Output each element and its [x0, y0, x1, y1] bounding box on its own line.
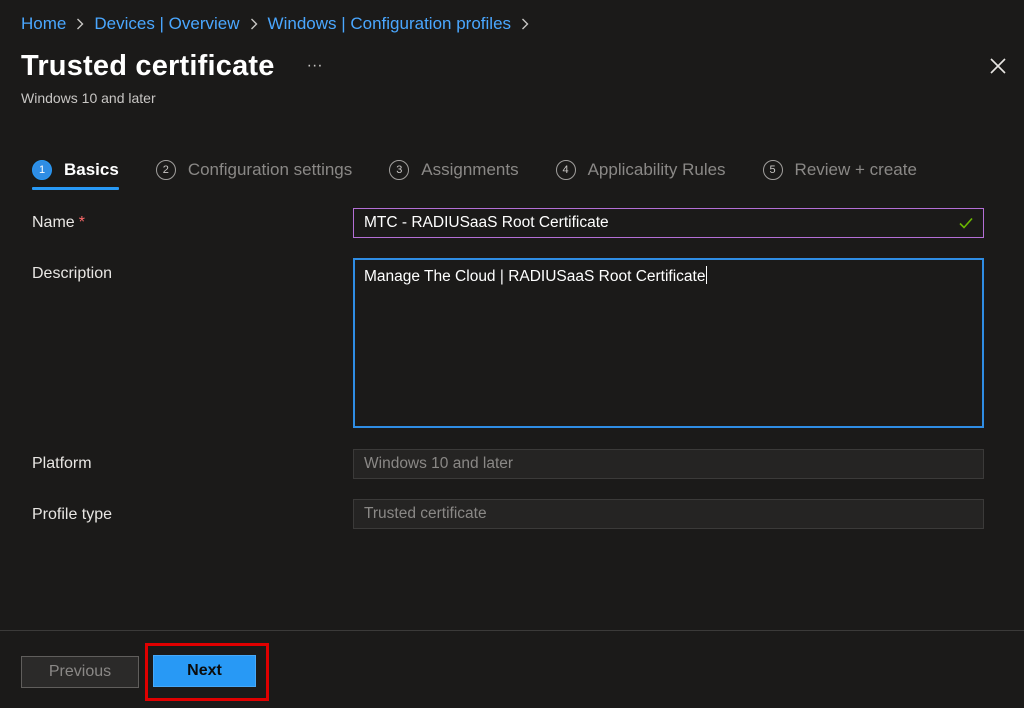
more-options-button[interactable]: ··· [303, 57, 327, 75]
chevron-right-icon [250, 18, 258, 30]
description-field[interactable]: Manage The Cloud | RADIUSaaS Root Certif… [353, 258, 984, 428]
chevron-right-icon [521, 18, 529, 30]
wizard-steps: 1 Basics 2 Configuration settings 3 Assi… [32, 156, 954, 184]
step-label: Configuration settings [188, 160, 352, 180]
close-icon[interactable] [990, 58, 1006, 74]
profile-type-label: Profile type [32, 506, 112, 524]
name-field-value: MTC - RADIUSaaS Root Certificate [364, 214, 609, 232]
checkmark-icon [958, 215, 974, 231]
step-review-create[interactable]: 5 Review + create [763, 156, 917, 184]
step-number: 3 [389, 160, 409, 180]
step-label: Review + create [795, 160, 917, 180]
breadcrumb-devices-overview[interactable]: Devices | Overview [94, 14, 239, 34]
description-field-value: Manage The Cloud | RADIUSaaS Root Certif… [364, 268, 705, 285]
step-label: Basics [64, 160, 119, 180]
platform-field: Windows 10 and later [353, 449, 984, 479]
title-row: Trusted certificate ··· [21, 50, 327, 83]
description-label: Description [32, 265, 112, 283]
profile-type-field-value: Trusted certificate [364, 505, 487, 523]
step-assignments[interactable]: 3 Assignments [389, 156, 518, 184]
name-label: Name* [32, 214, 85, 232]
step-label: Assignments [421, 160, 518, 180]
profile-type-field: Trusted certificate [353, 499, 984, 529]
step-configuration-settings[interactable]: 2 Configuration settings [156, 156, 352, 184]
platform-field-value: Windows 10 and later [364, 455, 513, 473]
name-field[interactable]: MTC - RADIUSaaS Root Certificate [353, 208, 984, 238]
step-label: Applicability Rules [588, 160, 726, 180]
step-number: 4 [556, 160, 576, 180]
page-subtitle: Windows 10 and later [21, 90, 156, 106]
chevron-right-icon [76, 18, 84, 30]
required-marker: * [79, 214, 85, 231]
step-applicability-rules[interactable]: 4 Applicability Rules [556, 156, 726, 184]
breadcrumb-configuration-profiles[interactable]: Windows | Configuration profiles [268, 14, 511, 34]
next-button[interactable]: Next [153, 655, 256, 687]
step-number: 5 [763, 160, 783, 180]
page-title: Trusted certificate [21, 50, 275, 83]
step-number: 2 [156, 160, 176, 180]
name-label-text: Name [32, 214, 75, 231]
platform-label: Platform [32, 455, 92, 473]
step-basics[interactable]: 1 Basics [32, 156, 119, 184]
text-cursor [706, 266, 707, 284]
step-number: 1 [32, 160, 52, 180]
breadcrumb-home[interactable]: Home [21, 14, 66, 34]
footer: Previous Next [0, 630, 1024, 708]
previous-button[interactable]: Previous [21, 656, 139, 688]
breadcrumb: Home Devices | Overview Windows | Config… [21, 14, 539, 34]
